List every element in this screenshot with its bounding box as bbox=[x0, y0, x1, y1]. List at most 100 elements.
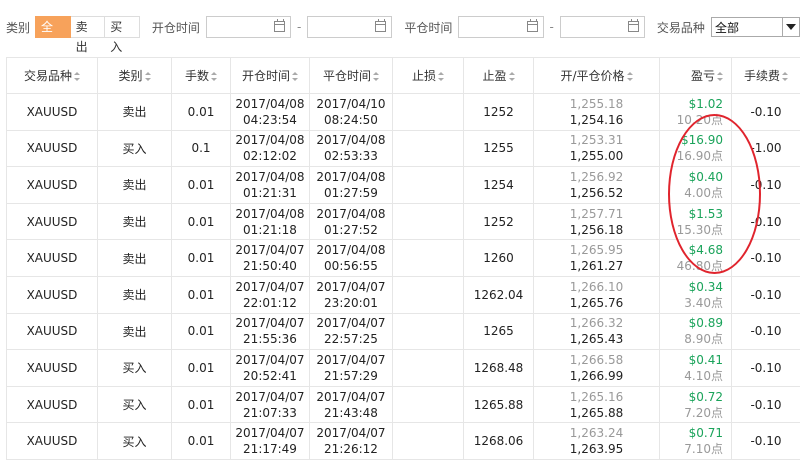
cell-lots: 0.01 bbox=[171, 239, 231, 277]
cell-pl: $0.34 3.40点 bbox=[659, 275, 732, 314]
header-open-time[interactable]: 开仓时间 bbox=[230, 57, 310, 94]
header-lots[interactable]: 手数 bbox=[171, 57, 231, 94]
cell-pl: $0.41 4.10点 bbox=[659, 349, 732, 387]
open-price: 1,256.92 bbox=[569, 169, 624, 184]
pl-amount: $0.34 bbox=[688, 279, 723, 294]
sort-icon[interactable] bbox=[373, 72, 379, 81]
sort-icon[interactable] bbox=[717, 72, 723, 81]
cell-symbol: XAUUSD bbox=[6, 202, 98, 241]
pl-points: 10.20点 bbox=[676, 112, 723, 127]
cell-type: 卖出 bbox=[97, 239, 172, 277]
header-pl[interactable]: 盈亏 bbox=[659, 57, 732, 94]
close-clock: 01:27:59 bbox=[324, 185, 378, 200]
header-stop-loss[interactable]: 止损 bbox=[392, 57, 464, 94]
close-clock: 02:53:33 bbox=[324, 149, 378, 164]
table-row: XAUUSD 卖出 0.01 2017/04/07 21:50:40 2017/04/08… bbox=[6, 239, 800, 277]
open-clock: 21:50:40 bbox=[243, 259, 297, 274]
cell-type: 买入 bbox=[97, 349, 172, 387]
header-take-profit[interactable]: 止盈 bbox=[463, 57, 534, 94]
cell-lots: 0.01 bbox=[171, 385, 231, 424]
sort-icon[interactable] bbox=[211, 72, 217, 81]
open-price: 1,265.95 bbox=[569, 243, 624, 258]
open-date: 2017/04/07 bbox=[235, 316, 305, 331]
cell-open-time: 2017/04/07 21:50:40 bbox=[230, 239, 310, 277]
sort-icon[interactable] bbox=[144, 72, 151, 81]
close-price: 1,256.18 bbox=[569, 222, 624, 237]
cell-lots: 0.01 bbox=[171, 166, 231, 204]
open-date: 2017/04/07 bbox=[235, 389, 305, 404]
cell-pl: $1.53 15.30点 bbox=[659, 202, 732, 241]
cell-close-time: 2017/04/08 01:27:59 bbox=[309, 166, 393, 204]
sort-icon[interactable] bbox=[292, 72, 298, 81]
cell-symbol: XAUUSD bbox=[6, 422, 98, 460]
close-price: 1,263.95 bbox=[569, 442, 624, 457]
open-date: 2017/04/08 bbox=[235, 96, 305, 111]
cell-price: 1,266.10 1,265.76 bbox=[533, 275, 660, 314]
cell-price: 1,265.95 1,261.27 bbox=[533, 239, 660, 277]
sort-icon[interactable] bbox=[626, 72, 633, 81]
open-time-label: 开仓时间 bbox=[151, 20, 200, 35]
sort-icon[interactable] bbox=[438, 72, 444, 81]
header-price[interactable]: 开/平仓价格 bbox=[533, 57, 660, 94]
header-fee[interactable]: 手续费 bbox=[731, 57, 800, 94]
sort-icon[interactable] bbox=[508, 72, 515, 81]
cell-pl: $0.40 4.00点 bbox=[659, 166, 732, 204]
cell-open-time: 2017/04/07 20:52:41 bbox=[230, 349, 310, 387]
type-filter-label: 类别 bbox=[6, 20, 31, 35]
date-range-dash: - bbox=[296, 20, 302, 34]
open-time-end-input[interactable] bbox=[307, 16, 393, 38]
open-clock: 01:21:18 bbox=[243, 222, 297, 237]
close-price: 1,265.88 bbox=[569, 405, 624, 420]
chevron-down-icon[interactable] bbox=[782, 18, 799, 36]
open-price: 1,257.71 bbox=[569, 206, 624, 221]
cell-fee: -0.10 bbox=[731, 166, 800, 204]
calendar-icon[interactable] bbox=[375, 19, 387, 32]
sort-icon[interactable] bbox=[74, 72, 80, 81]
cell-price: 1,266.32 1,265.43 bbox=[533, 312, 660, 351]
close-time-start-input[interactable] bbox=[458, 16, 544, 38]
cell-take-profit: 1262.04 bbox=[463, 275, 534, 314]
cell-close-time: 2017/04/07 21:57:29 bbox=[309, 349, 393, 387]
symbol-select[interactable]: 全部 bbox=[710, 17, 800, 37]
cell-stop-loss bbox=[392, 349, 464, 387]
type-option-sell[interactable]: 卖出 bbox=[70, 16, 106, 54]
cell-lots: 0.01 bbox=[171, 275, 231, 314]
cell-symbol: XAUUSD bbox=[6, 385, 98, 424]
pl-amount: $16.90 bbox=[681, 133, 723, 148]
table-row: XAUUSD 买入 0.01 2017/04/07 21:17:49 2017/04/07… bbox=[6, 422, 800, 460]
calendar-icon[interactable] bbox=[526, 19, 538, 32]
open-date: 2017/04/07 bbox=[235, 352, 305, 367]
pl-amount: $0.89 bbox=[688, 316, 723, 331]
trade-history-table: 交易品种 类别 手数 开仓时间 平仓时间 止损 止盈 开/平仓价格 盈亏 手续费… bbox=[6, 57, 800, 460]
open-time-start-input[interactable] bbox=[205, 16, 291, 38]
cell-price: 1,256.92 1,256.52 bbox=[533, 166, 660, 204]
header-symbol[interactable]: 交易品种 bbox=[6, 57, 98, 94]
pl-amount: $0.41 bbox=[688, 352, 723, 367]
cell-stop-loss bbox=[392, 312, 464, 351]
type-option-all[interactable]: 全部 bbox=[35, 16, 71, 54]
open-date: 2017/04/07 bbox=[235, 426, 305, 441]
close-date: 2017/04/07 bbox=[316, 279, 386, 294]
cell-close-time: 2017/04/07 21:26:12 bbox=[309, 422, 393, 460]
header-close-time[interactable]: 平仓时间 bbox=[309, 57, 393, 94]
cell-symbol: XAUUSD bbox=[6, 312, 98, 351]
cell-symbol: XAUUSD bbox=[6, 93, 98, 131]
calendar-icon[interactable] bbox=[627, 19, 639, 32]
calendar-icon[interactable] bbox=[273, 19, 285, 32]
cell-type: 卖出 bbox=[97, 275, 172, 314]
sort-icon[interactable] bbox=[782, 72, 788, 81]
cell-fee: -0.10 bbox=[731, 239, 800, 277]
pl-points: 4.10点 bbox=[684, 368, 723, 383]
open-clock: 21:07:33 bbox=[243, 405, 297, 420]
close-time-end-input[interactable] bbox=[559, 16, 645, 38]
cell-take-profit: 1268.06 bbox=[463, 422, 534, 460]
cell-stop-loss bbox=[392, 385, 464, 424]
cell-fee: -0.10 bbox=[731, 202, 800, 241]
pl-amount: $0.71 bbox=[688, 426, 723, 441]
cell-take-profit: 1260 bbox=[463, 239, 534, 277]
header-type[interactable]: 类别 bbox=[97, 57, 172, 94]
cell-close-time: 2017/04/08 00:56:55 bbox=[309, 239, 393, 277]
type-option-buy[interactable]: 买入 bbox=[105, 16, 140, 54]
cell-price: 1,265.16 1,265.88 bbox=[533, 385, 660, 424]
pl-points: 46.80点 bbox=[676, 259, 723, 274]
